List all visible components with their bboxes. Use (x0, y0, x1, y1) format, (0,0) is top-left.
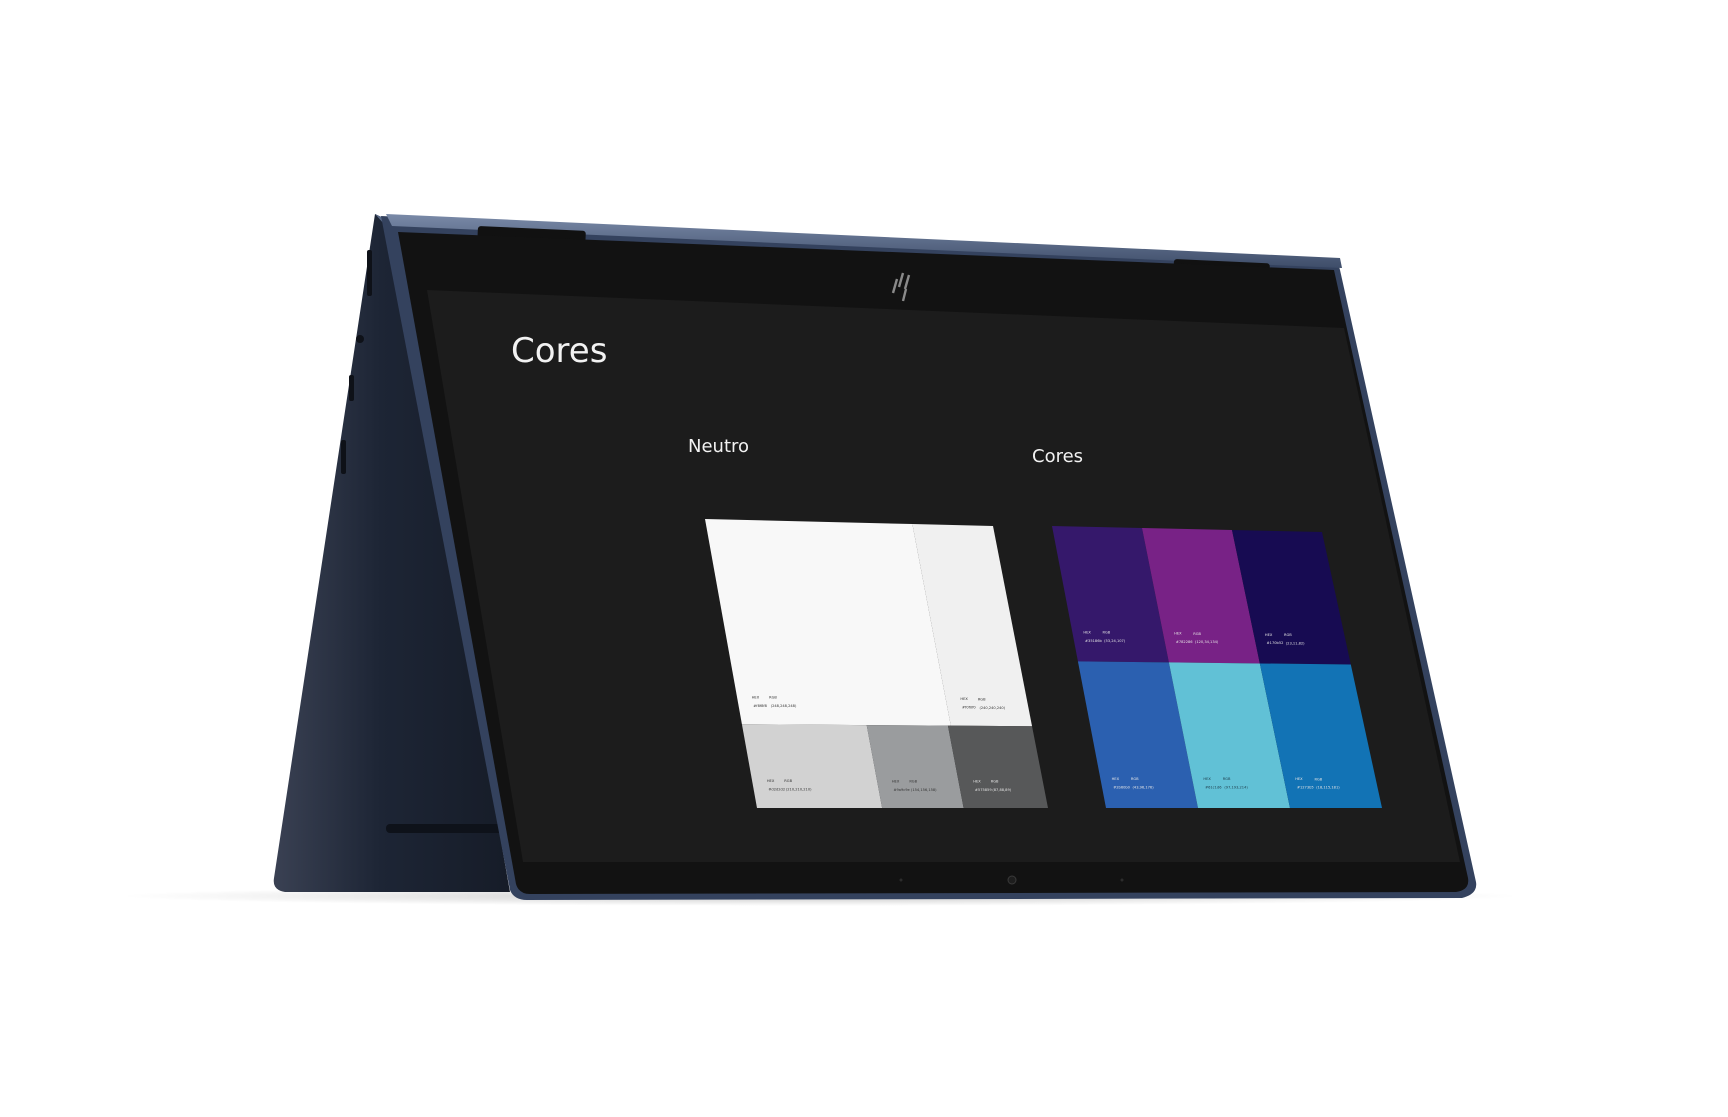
swatch-hex-value: #d2d2d2 (768, 788, 785, 792)
neutral-palette-board: HEX RGB#f8f8f8 (248,248,248)HEX RGB#f0f0f0(… (705, 519, 1048, 808)
swatch-rgb-value: (18,115,181) (1316, 786, 1340, 790)
swatch-rgb-label: RGB (909, 779, 917, 783)
swatch-hex-label: HEX (973, 779, 981, 783)
page-title: Cores (511, 331, 607, 371)
swatch-hex-value: #170b52 (1267, 641, 1284, 645)
swatch-rgb-label: RGB (1314, 777, 1322, 781)
swatch-hex-label: HEX (752, 695, 760, 699)
neutral-section-heading: Neutro (688, 436, 749, 457)
swatch-rgb-label: RGB (1284, 633, 1292, 637)
swatch-rgb-value: (43,96,176) (1133, 785, 1155, 789)
swatch-rgb-label: RGB (991, 780, 999, 784)
swatch-rgb-label: RGB (978, 697, 986, 701)
neutral-swatch-neutral-silver (741, 724, 883, 808)
colors-section-heading: Cores (1032, 446, 1083, 467)
swatch-hex-value: #f0f0f0 (962, 706, 976, 710)
swatch-rgb-label: RGB (769, 695, 777, 699)
swatch-hex-label: HEX (1265, 633, 1273, 637)
swatch-hex-value: #f8f8f8 (753, 704, 767, 708)
swatch-hex-value: #61c1d6 (1205, 785, 1222, 789)
audio-jack (356, 335, 364, 343)
swatch-rgb-value: (87,88,89) (992, 788, 1011, 792)
usb-port-2 (341, 440, 346, 474)
hinge-slot (386, 824, 508, 833)
swatch-hex-label: HEX (1083, 630, 1091, 634)
swatch-rgb-value: (154,156,158) (911, 788, 937, 792)
swatch-hex-label: HEX (1112, 777, 1120, 781)
swatch-rgb-label: RGB (1131, 777, 1139, 781)
swatch-rgb-value: (210,210,210) (786, 788, 812, 792)
neutral-swatch-neutral-gray (866, 725, 964, 808)
sensor-dot-2 (1120, 878, 1124, 882)
swatch-hex-value: #575859 (975, 788, 992, 792)
swatch-rgb-label: RGB (1193, 632, 1201, 636)
swatch-rgb-value: (240,240,240) (979, 706, 1005, 710)
swatch-hex-value: #1273b5 (1297, 786, 1314, 790)
swatch-rgb-value: (53,24,107) (1104, 639, 1126, 643)
laptop-tent-mockup: Cores Neutro Cores HEX RGB #f8f8f8 (248,248… (120, 214, 1520, 906)
swatch-hex-label: HEX (767, 779, 775, 783)
swatch-rgb-value: (23,11,82) (1286, 641, 1305, 645)
swatch-hex-label: HEX (892, 779, 900, 783)
neutral-swatch-neutral-white (705, 519, 951, 726)
swatch-rgb-label: RGB (1102, 631, 1110, 635)
neutral-swatch-neutral-charcoal (947, 725, 1048, 808)
swatch-rgb-value: (97,193,214) (1224, 785, 1248, 789)
swatch-hex-value: #35186b (1085, 639, 1102, 643)
swatch-hex-value: #9a9c9e (893, 788, 910, 792)
swatch-rgb-label: RGB (784, 779, 792, 783)
sensor-dot (899, 878, 903, 882)
screen-display: Cores Neutro Cores HEX RGB #f8f8f8 (248,248… (427, 290, 1460, 862)
swatch-hex-label: HEX (960, 697, 968, 701)
side-port (367, 250, 372, 296)
swatch-hex-label: HEX (1295, 777, 1303, 781)
usb-port (349, 375, 354, 401)
swatch-hex-label: HEX (1203, 777, 1211, 781)
swatch-rgb-value: (248,248,248) (771, 704, 797, 708)
swatch-hex-label: HEX (1174, 632, 1182, 636)
webcam-icon (1007, 875, 1017, 885)
mockup-stage: Cores Neutro Cores HEX RGB #f8f8f8 (248,248… (0, 0, 1728, 1117)
swatch-hex-value: #2b60b0 (1113, 785, 1130, 789)
swatch-rgb-label: RGB (1223, 777, 1231, 781)
swatch-rgb-value: (120,34,134) (1195, 640, 1219, 644)
swatch-hex-value: #782286 (1176, 640, 1193, 644)
